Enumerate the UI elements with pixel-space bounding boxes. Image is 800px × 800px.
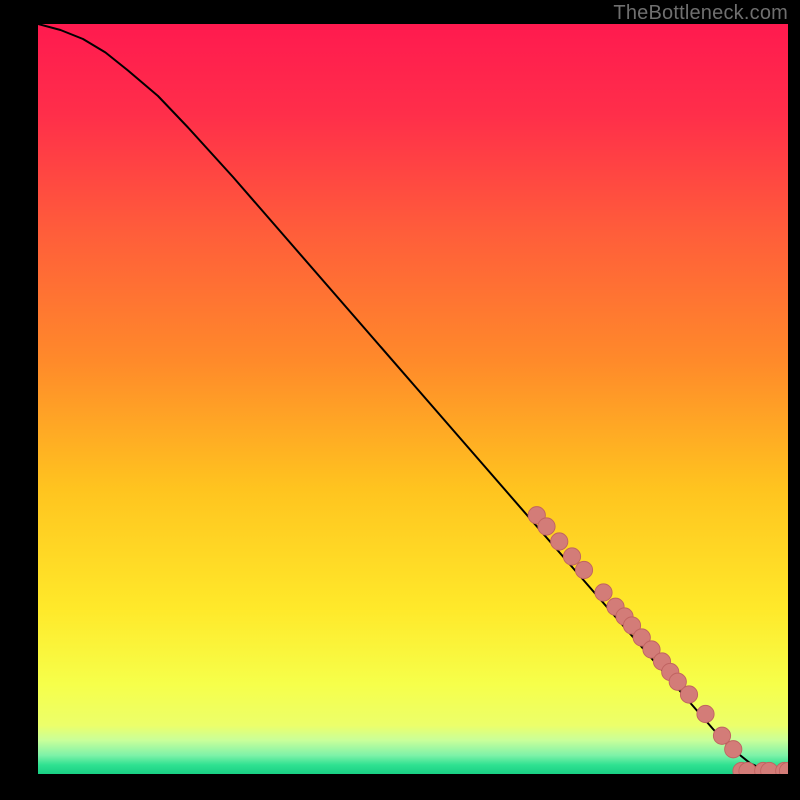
data-marker bbox=[538, 518, 555, 535]
data-marker bbox=[680, 686, 697, 703]
data-marker bbox=[595, 584, 612, 601]
plot-area bbox=[38, 24, 788, 774]
data-marker bbox=[551, 533, 568, 550]
chart-stage: TheBottleneck.com bbox=[0, 0, 800, 800]
data-marker bbox=[563, 548, 580, 565]
chart-overlay bbox=[38, 24, 788, 774]
data-marker bbox=[697, 705, 714, 722]
data-marker bbox=[713, 727, 730, 744]
data-marker bbox=[725, 741, 742, 758]
attribution-label: TheBottleneck.com bbox=[613, 2, 788, 25]
marker-group bbox=[528, 507, 788, 774]
curve-line bbox=[38, 24, 788, 773]
data-marker bbox=[575, 561, 592, 578]
